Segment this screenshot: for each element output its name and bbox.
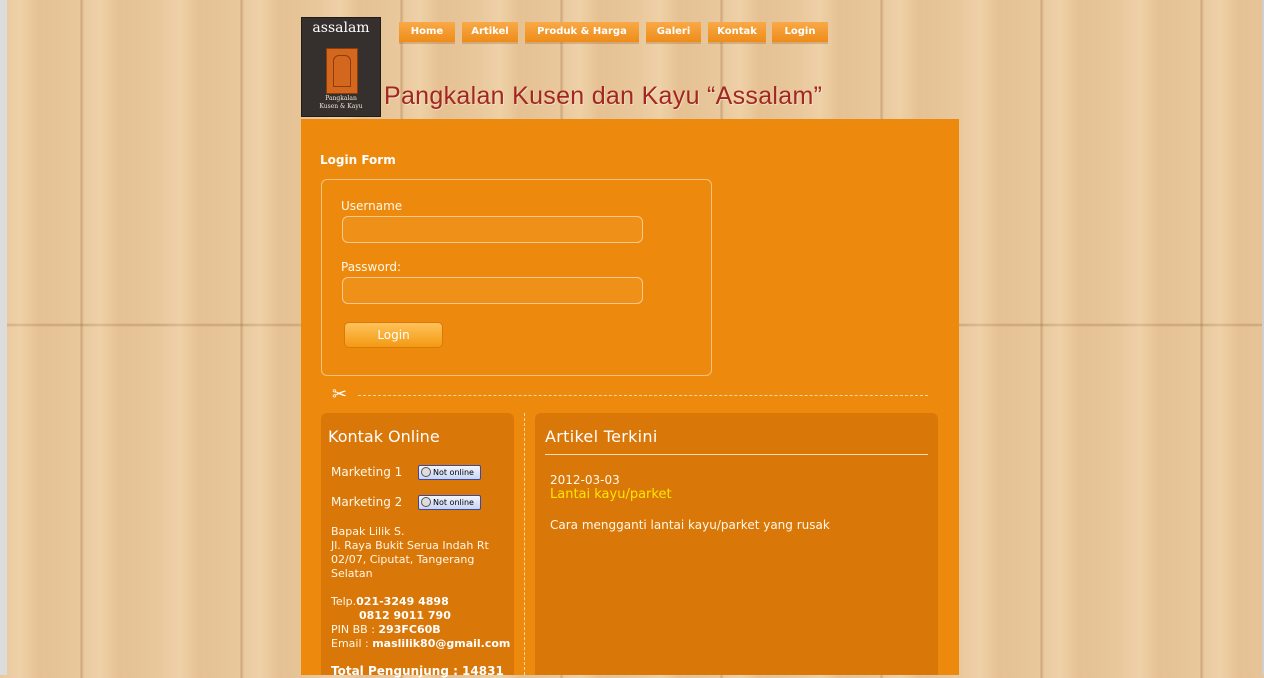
artikel-title-underline — [545, 454, 928, 455]
nav-kontak[interactable]: Kontak — [708, 22, 766, 42]
email-value[interactable]: maslilik80@gmail.com — [372, 637, 510, 650]
door-icon — [326, 48, 358, 94]
telp-prefix: Telp. — [331, 595, 357, 608]
login-button[interactable]: Login — [344, 322, 443, 348]
dashed-divider — [358, 395, 928, 396]
logo-subtitle: Pangkalan Kusen & Kayu — [302, 95, 380, 111]
artikel-terkini-title: Artikel Terkini — [545, 427, 658, 446]
contact-street: Jl. Raya Bukit Serua Indah Rt 02/07, Cip… — [331, 539, 489, 580]
marketing-1-status: Not online — [433, 468, 474, 477]
password-label: Password: — [341, 260, 402, 274]
messenger-status-icon — [421, 497, 431, 507]
username-label: Username — [341, 199, 403, 213]
logo-title: assalam — [312, 20, 370, 36]
email-prefix: Email : — [331, 637, 373, 650]
marketing-1-status-badge[interactable]: Not online — [418, 465, 481, 480]
contact-address: Bapak Lilik S. Jl. Raya Bukit Serua Inda… — [331, 525, 506, 581]
artikel-terkini-panel — [535, 413, 938, 675]
logo-subtitle-line2: Kusen & Kayu — [319, 103, 363, 110]
marketing-1-label: Marketing 1 — [331, 465, 403, 479]
contact-telp-2: 0812 9011 790 — [359, 609, 451, 623]
nav-login[interactable]: Login — [772, 22, 828, 42]
username-input[interactable] — [342, 216, 643, 243]
window-frame-left — [0, 0, 7, 675]
login-form-heading: Login Form — [320, 153, 396, 167]
article-summary: Cara mengganti lantai kayu/parket yang r… — [550, 518, 830, 532]
marketing-2-label: Marketing 2 — [331, 495, 403, 509]
contact-email: Email : maslilik80@gmail.com — [331, 637, 510, 651]
messenger-status-icon — [421, 467, 431, 477]
logo-subtitle-line1: Pangkalan — [325, 95, 357, 102]
article-date: 2012-03-03 — [550, 473, 620, 487]
nav-produk-harga[interactable]: Produk & Harga — [525, 22, 639, 42]
contact-pin: PIN BB : 293FC60B — [331, 623, 441, 637]
site-logo[interactable]: assalam Pangkalan Kusen & Kayu — [301, 17, 381, 117]
pin-prefix: PIN BB : — [331, 623, 379, 636]
marketing-2-status-badge[interactable]: Not online — [418, 495, 481, 510]
site-title: Pangkalan Kusen dan Kayu “Assalam” — [384, 82, 823, 110]
marketing-2-status: Not online — [433, 498, 474, 507]
scissors-icon: ✂ — [332, 384, 348, 405]
telp-number-1: 021-3249 4898 — [356, 595, 449, 608]
nav-galeri[interactable]: Galeri — [646, 22, 701, 42]
article-title-link[interactable]: Lantai kayu/parket — [550, 487, 672, 502]
password-input[interactable] — [342, 277, 643, 304]
contact-name: Bapak Lilik S. — [331, 525, 405, 538]
contact-telp-1: Telp.021-3249 4898 — [331, 595, 449, 609]
kontak-online-title: Kontak Online — [328, 427, 440, 446]
telp-number-2: 0812 9011 790 — [359, 609, 451, 622]
nav-artikel[interactable]: Artikel — [462, 22, 518, 42]
pin-value: 293FC60B — [378, 623, 441, 636]
vertical-divider — [524, 413, 525, 675]
total-visitors: Total Pengunjung : 14831 — [331, 664, 504, 678]
nav-home[interactable]: Home — [399, 22, 455, 42]
